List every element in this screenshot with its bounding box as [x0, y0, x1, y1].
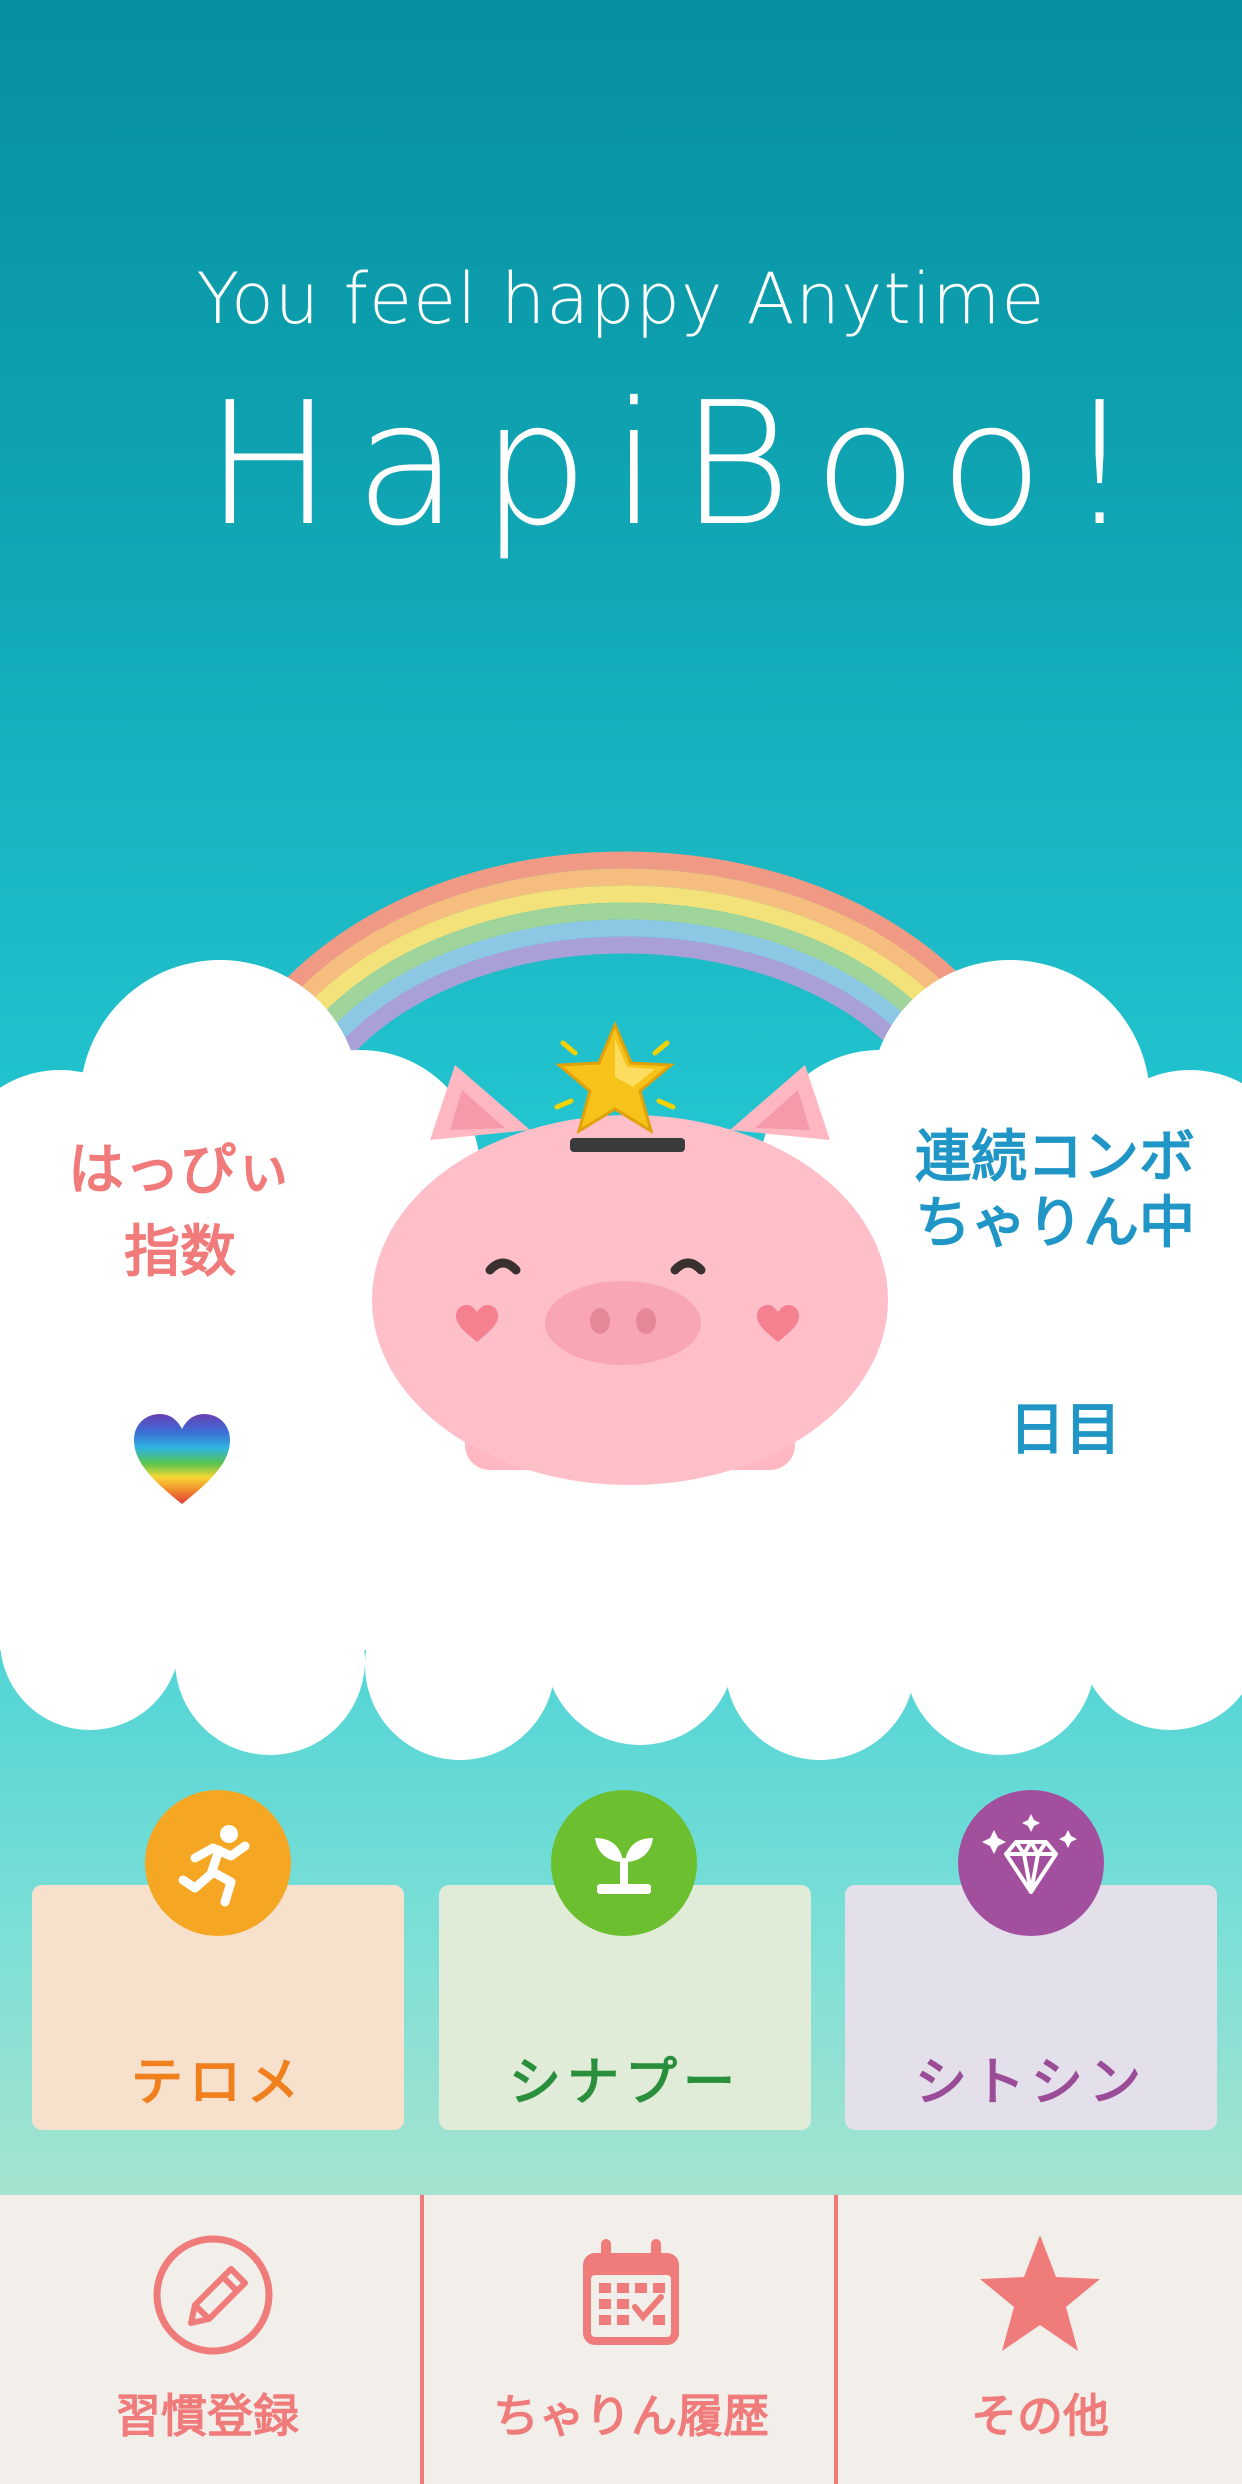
combo-line1: 連続コンボ [915, 1125, 1195, 1190]
happy-index-line1: はっぴぃ [68, 1138, 292, 1203]
nav-charin-history-label: ちゃりん履歴 [493, 2389, 769, 2443]
app-tagline: You feel happy Anytime [196, 258, 1046, 340]
nav-habit-register-label: 習慣登録 [115, 2389, 299, 2443]
gold-star-icon [554, 1021, 676, 1135]
card-cytosine-label: シトシン [914, 2053, 1147, 2113]
rainbow-heart-icon [134, 1414, 230, 1504]
app-logo: HapiBoo! [0, 370, 1242, 560]
nav-charin-history[interactable]: ちゃりん履歴 [424, 2195, 838, 2484]
pencil-icon [153, 2235, 273, 2355]
calendar-icon [583, 2239, 679, 2345]
nav-other[interactable]: その他 [838, 2195, 1242, 2484]
logo-text: HapiBoo! [205, 366, 1156, 564]
card-telome-label: テロメ [130, 2053, 305, 2113]
card-synapoo-label: シナプー [508, 2053, 741, 2113]
running-person-icon[interactable] [145, 1790, 291, 1936]
star-icon [980, 2235, 1100, 2351]
sprout-icon[interactable] [551, 1790, 697, 1936]
happy-index-line2: 指数 [124, 1220, 236, 1285]
combo-label: 連続コンボ ちゃりん中 [880, 1125, 1230, 1257]
combo-line2: ちゃりん中 [915, 1191, 1195, 1256]
happy-index-label: はっぴぃ 指数 [30, 1130, 330, 1294]
nav-habit-register[interactable]: 習慣登録 [0, 2195, 414, 2484]
nav-other-label: その他 [971, 2389, 1109, 2443]
bottom-navigation: 習慣登録 ちゃりん履歴 その他 [0, 2195, 1242, 2484]
combo-days-label: 日目 [1009, 1398, 1121, 1463]
diamond-icon[interactable] [958, 1790, 1104, 1936]
